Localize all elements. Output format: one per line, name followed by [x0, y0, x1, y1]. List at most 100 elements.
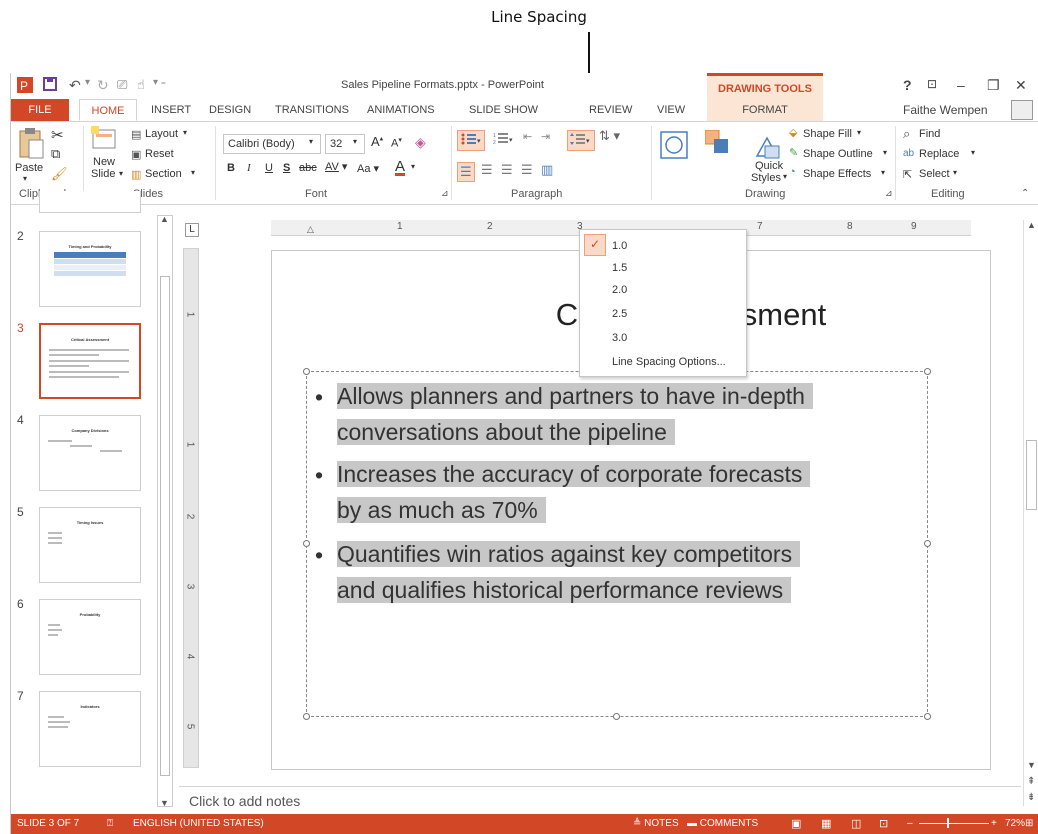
bullet-text[interactable]: Allows planners and partners to have in-… — [337, 378, 813, 450]
align-left-icon[interactable]: ☰ — [457, 162, 475, 182]
find-icon[interactable]: ⌕ — [903, 126, 910, 142]
start-from-beginning-icon[interactable]: ⎚ — [117, 77, 127, 93]
decrease-font-size-icon[interactable]: A▾ — [391, 136, 402, 150]
select-icon[interactable]: ⇱ — [903, 168, 912, 181]
minimize-button[interactable]: – — [957, 77, 965, 93]
thumbnails-scrollbar[interactable]: ▲ ▼ — [157, 214, 173, 808]
font-name-chevron-icon[interactable]: ▾ — [309, 137, 313, 146]
scroll-down-icon[interactable]: ▼ — [160, 798, 169, 808]
bullets-button[interactable]: ▾ — [457, 130, 485, 151]
slide-thumbnail-1[interactable] — [39, 191, 141, 213]
vertical-ruler[interactable]: 1 1 2 3 4 5 — [183, 248, 199, 768]
font-size-dropdown[interactable]: 32 — [325, 134, 365, 154]
columns-icon[interactable]: ▥ — [541, 162, 553, 178]
user-avatar[interactable] — [1011, 100, 1033, 120]
language-indicator[interactable]: ENGLISH (UNITED STATES) — [133, 818, 264, 829]
section-dropdown-icon[interactable]: ▾ — [191, 168, 195, 177]
select-dropdown-icon[interactable]: ▾ — [953, 168, 957, 177]
tab-file[interactable]: FILE — [11, 99, 69, 121]
reset-icon[interactable]: ▣ — [131, 148, 141, 161]
resize-handle[interactable] — [303, 368, 310, 375]
character-spacing-icon[interactable]: AV ▾ — [325, 160, 347, 173]
tab-insert[interactable]: INSERT — [145, 99, 197, 121]
zoom-out-icon[interactable]: – — [907, 818, 913, 829]
scroll-up-icon[interactable]: ▲ — [1027, 220, 1036, 230]
font-color-icon[interactable]: A — [395, 158, 405, 175]
tab-format[interactable]: FORMAT — [707, 99, 823, 121]
touch-mode-icon[interactable]: ☝ — [137, 77, 145, 93]
copy-icon[interactable]: ⧉ — [51, 146, 60, 162]
line-spacing-1-5[interactable]: 1.5 — [612, 262, 627, 274]
slide-thumbnail-5[interactable]: Timing Issues — [39, 507, 141, 583]
font-name-dropdown[interactable]: Calibri (Body) — [223, 134, 321, 154]
layout-icon[interactable]: ▤ — [131, 128, 141, 141]
replace-icon[interactable]: ab — [903, 148, 914, 159]
resize-handle[interactable] — [924, 540, 931, 547]
redo-icon[interactable]: ↻ — [97, 77, 109, 94]
notes-button[interactable]: ≜ NOTES — [633, 818, 679, 829]
scroll-up-icon[interactable]: ▲ — [160, 214, 169, 224]
line-spacing-options[interactable]: Line Spacing Options... — [612, 356, 726, 368]
resize-handle[interactable] — [924, 713, 931, 720]
zoom-in-icon[interactable]: + — [991, 818, 997, 829]
slide-scrollbar[interactable]: ▲ ▼ ⇞ ⇟ — [1023, 220, 1038, 806]
resize-handle[interactable] — [303, 540, 310, 547]
bold-icon[interactable]: B — [227, 162, 235, 174]
tab-home[interactable]: HOME — [79, 99, 137, 121]
scroll-down-icon[interactable]: ▼ — [1027, 760, 1036, 770]
text-shadow-icon[interactable]: S — [283, 162, 290, 174]
thumbnails-scroll-thumb[interactable] — [160, 276, 170, 776]
line-spacing-button[interactable]: ▾ — [567, 130, 595, 151]
reset-label[interactable]: Reset — [145, 148, 174, 160]
clear-formatting-icon[interactable]: ◈ — [415, 134, 426, 151]
numbering-icon[interactable]: 1 2 ▾ — [493, 132, 515, 147]
quick-styles-label-1[interactable]: Quick — [755, 160, 783, 172]
font-launcher-icon[interactable]: ⊿ — [441, 188, 449, 199]
layout-label[interactable]: Layout — [145, 128, 178, 140]
save-icon[interactable] — [43, 77, 57, 95]
normal-view-icon[interactable]: ▣ — [791, 817, 801, 830]
shape-effects-dropdown-icon[interactable]: ▾ — [881, 168, 885, 177]
shape-fill-label[interactable]: Shape Fill — [803, 128, 852, 140]
notes-pane[interactable]: Click to add notes — [179, 786, 1021, 814]
ribbon-display-options-button[interactable]: ⊡ — [927, 77, 937, 91]
user-name[interactable]: Faithe Wempen — [903, 103, 988, 117]
new-slide-icon[interactable] — [91, 126, 117, 155]
slide-thumbnail-2[interactable]: Timing and Probability — [39, 231, 141, 307]
shape-effects-icon[interactable]: ◔ — [789, 166, 796, 178]
line-spacing-2-0[interactable]: 2.0 — [612, 284, 627, 296]
align-center-icon[interactable]: ☰ — [481, 162, 493, 178]
align-right-icon[interactable]: ☰ — [501, 162, 513, 178]
section-label[interactable]: Section — [145, 168, 182, 180]
select-label[interactable]: Select — [919, 168, 950, 180]
slide-thumbnail-6[interactable]: Probability — [39, 599, 141, 675]
shape-outline-dropdown-icon[interactable]: ▾ — [883, 148, 887, 157]
new-slide-dropdown-icon[interactable]: ▾ — [119, 169, 123, 178]
tab-animations[interactable]: ANIMATIONS — [361, 99, 441, 121]
tab-selector-icon[interactable]: L — [185, 223, 199, 237]
increase-font-size-icon[interactable]: A▴ — [371, 134, 383, 149]
paste-dropdown-icon[interactable]: ▾ — [23, 174, 27, 183]
line-spacing-3-0[interactable]: 3.0 — [612, 332, 627, 344]
new-slide-label-2[interactable]: Slide — [91, 168, 115, 180]
help-button[interactable]: ? — [903, 77, 912, 93]
strikethrough-icon[interactable]: abc — [299, 162, 317, 174]
line-spacing-2-5[interactable]: 2.5 — [612, 308, 627, 320]
replace-dropdown-icon[interactable]: ▾ — [971, 148, 975, 157]
undo-icon[interactable]: ↶ — [69, 77, 81, 94]
next-slide-icon[interactable]: ⇟ — [1027, 792, 1035, 803]
cut-icon[interactable]: ✂ — [51, 126, 64, 144]
arrange-icon[interactable] — [704, 129, 731, 161]
line-spacing-1-0[interactable]: 1.0 — [612, 240, 627, 252]
indent-marker-icon[interactable]: △ — [307, 224, 314, 235]
tab-review[interactable]: REVIEW — [583, 99, 638, 121]
collapse-ribbon-icon[interactable]: ⌃ — [1021, 188, 1029, 199]
previous-slide-icon[interactable]: ⇞ — [1027, 776, 1035, 787]
paste-icon[interactable] — [17, 126, 45, 165]
tab-design[interactable]: DESIGN — [203, 99, 257, 121]
content-placeholder[interactable]: • Allows planners and partners to have i… — [303, 368, 931, 720]
find-label[interactable]: Find — [919, 128, 940, 140]
reading-view-icon[interactable]: ◫ — [851, 817, 861, 830]
decrease-indent-icon[interactable]: ⇤ — [523, 130, 532, 143]
shape-fill-dropdown-icon[interactable]: ▾ — [857, 128, 861, 137]
